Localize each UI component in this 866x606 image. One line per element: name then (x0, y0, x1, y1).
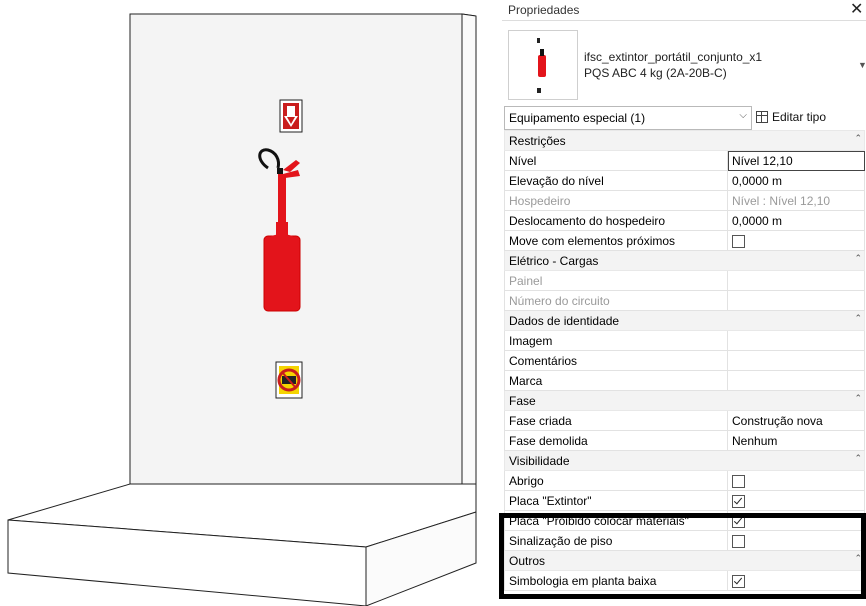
property-name: Imagem (504, 330, 728, 351)
row-circuito: Número do circuito (504, 290, 865, 311)
property-name: Nível (504, 150, 728, 171)
edit-type-button[interactable]: Editar tipo (756, 106, 866, 128)
property-name: Abrigo (504, 470, 728, 491)
group-visibilidade[interactable]: Visibilidade ⌃ (504, 450, 865, 471)
collapse-icon[interactable]: ⌃ (854, 253, 862, 264)
property-value (727, 290, 865, 311)
move-checkbox[interactable] (732, 234, 745, 248)
property-name: Painel (504, 270, 728, 291)
property-value-field[interactable]: 0,0000 m (727, 210, 865, 231)
property-value-field[interactable]: Construção nova (727, 410, 865, 431)
row-marca: Marca (504, 370, 865, 391)
placa-proibido-checkbox[interactable] (732, 514, 745, 528)
row-fase-criada: Fase criada Construção nova (504, 410, 865, 431)
element-category-label: Equipamento especial (1) (509, 111, 646, 125)
group-identidade[interactable]: Dados de identidade ⌃ (504, 310, 865, 331)
group-outros[interactable]: Outros ⌃ (504, 550, 865, 571)
collapse-icon[interactable]: ⌃ (854, 133, 862, 144)
abrigo-checkbox[interactable] (732, 474, 745, 488)
panel-title-bar: Propriedades ✕ (502, 0, 866, 21)
edit-type-label: Editar tipo (772, 110, 827, 124)
simbologia-checkbox[interactable] (732, 574, 745, 588)
model-view[interactable] (0, 0, 500, 606)
property-value: Nível : Nível 12,10 (727, 190, 865, 211)
group-fase[interactable]: Fase ⌃ (504, 390, 865, 411)
properties-table: Restrições ⌃ Nível Nível 12,10 Elevação do… (504, 130, 865, 591)
row-simbologia: Simbologia em planta baixa (504, 570, 865, 591)
type-selector-dropdown-icon[interactable]: ▼ (858, 60, 866, 70)
property-name: Fase criada (504, 410, 728, 431)
collapse-icon[interactable]: ⌃ (854, 453, 862, 464)
property-name: Move com elementos próximos (504, 230, 728, 251)
row-placa-proibido: Placa "Proibido colocar materiais" (504, 510, 865, 531)
sinalizacao-checkbox[interactable] (732, 534, 745, 548)
property-name: Comentários (504, 350, 728, 371)
extinguisher-thumbnail-icon (537, 38, 546, 93)
group-label: Fase (509, 393, 536, 408)
collapse-icon[interactable]: ⌃ (854, 393, 862, 404)
placa-extintor-checkbox[interactable] (732, 494, 745, 508)
property-value-field[interactable] (727, 370, 865, 391)
group-label: Dados de identidade (509, 313, 620, 328)
property-name: Sinalização de piso (504, 530, 728, 551)
property-name: Simbologia em planta baixa (504, 570, 728, 591)
row-comentarios: Comentários (504, 350, 865, 371)
row-elevacao: Elevação do nível 0,0000 m (504, 170, 865, 191)
property-name: Placa "Extintor" (504, 490, 728, 511)
close-icon[interactable]: ✕ (850, 0, 863, 19)
property-name: Número do circuito (504, 290, 728, 311)
row-abrigo: Abrigo (504, 470, 865, 491)
proibido-sign (275, 361, 303, 399)
row-fase-demolida: Fase demolida Nenhum (504, 430, 865, 451)
element-category-selector[interactable]: Equipamento especial (1) ⌵ (504, 106, 752, 130)
type-name: ifsc_extintor_portátil_conjunto_x1 PQS A… (584, 49, 762, 81)
property-value-field[interactable] (727, 330, 865, 351)
collapse-icon[interactable]: ⌃ (854, 313, 862, 324)
wall-side-face (461, 13, 477, 513)
row-hospedeiro: Hospedeiro Nível : Nível 12,10 (504, 190, 865, 211)
property-value-field[interactable]: 0,0000 m (727, 170, 865, 191)
type-preview-thumbnail (508, 30, 578, 100)
property-value-field[interactable] (727, 350, 865, 371)
property-name: Hospedeiro (504, 190, 728, 211)
row-deslocamento: Deslocamento do hospedeiro 0,0000 m (504, 210, 865, 231)
property-name: Placa "Proibido colocar materiais" (504, 510, 728, 531)
property-value-field[interactable]: Nenhum (727, 430, 865, 451)
row-painel: Painel (504, 270, 865, 291)
collapse-icon[interactable]: ⌃ (854, 553, 862, 564)
group-restricoes[interactable]: Restrições ⌃ (504, 130, 865, 151)
row-imagem: Imagem (504, 330, 865, 351)
property-name: Fase demolida (504, 430, 728, 451)
group-label: Visibilidade (509, 453, 570, 468)
type-family-name: ifsc_extintor_portátil_conjunto_x1 (584, 50, 763, 64)
row-sinalizacao: Sinalização de piso (504, 530, 865, 551)
3d-viewport[interactable] (0, 0, 500, 606)
group-label: Elétrico - Cargas (509, 253, 599, 268)
extintor-sign (279, 99, 303, 133)
property-name: Deslocamento do hospedeiro (504, 210, 728, 231)
group-eletrico[interactable]: Elétrico - Cargas ⌃ (504, 250, 865, 271)
property-value-field[interactable]: Nível 12,10 (727, 150, 865, 171)
property-name: Elevação do nível (504, 170, 728, 191)
property-value (727, 270, 865, 291)
property-name: Marca (504, 370, 728, 391)
type-variant-name: PQS ABC 4 kg (2A-20B-C) (584, 66, 727, 80)
properties-panel: Propriedades ✕ ifsc_extintor_portátil_co… (502, 0, 866, 606)
edit-type-icon (756, 111, 768, 123)
group-label: Outros (509, 553, 546, 568)
group-label: Restrições (509, 133, 566, 148)
panel-title: Propriedades (508, 3, 580, 17)
row-move: Move com elementos próximos (504, 230, 865, 251)
chevron-down-icon[interactable]: ⌵ (739, 110, 747, 121)
row-nivel: Nível Nível 12,10 (504, 150, 865, 171)
row-placa-extintor: Placa "Extintor" (504, 490, 865, 511)
